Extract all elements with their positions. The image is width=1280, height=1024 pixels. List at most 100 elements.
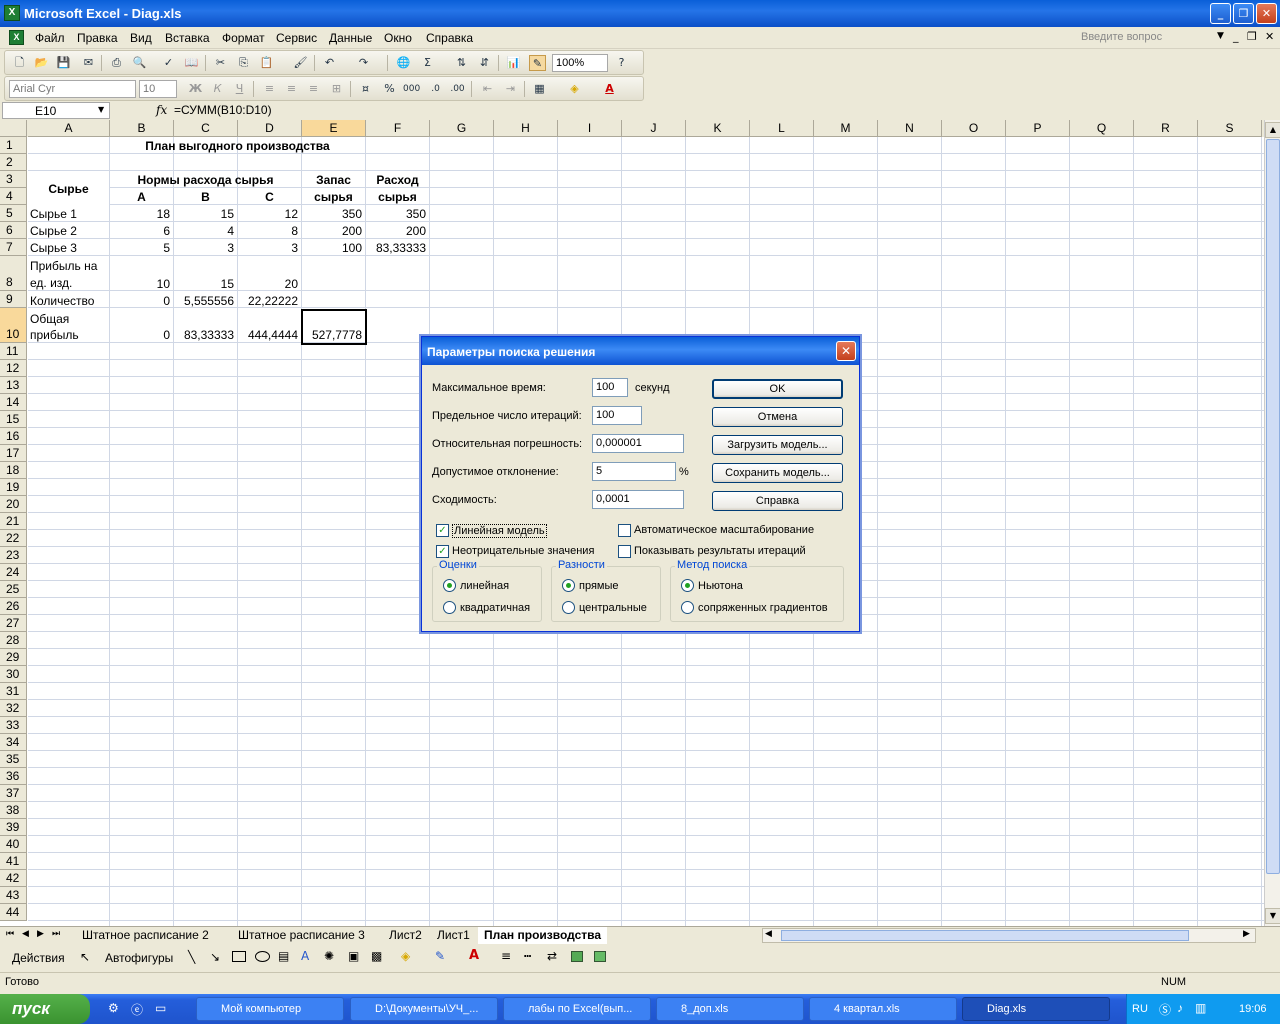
search-newton-radio[interactable]: [681, 579, 694, 592]
cell-a8-line1[interactable]: Прибыль на: [30, 258, 97, 275]
rectangle-icon[interactable]: [232, 951, 246, 962]
row-header[interactable]: 18: [0, 462, 27, 479]
row-header[interactable]: 26: [0, 598, 27, 615]
row-header[interactable]: 41: [0, 853, 27, 870]
row-header[interactable]: 7: [0, 239, 27, 256]
auto-scale-checkbox[interactable]: [618, 524, 631, 537]
column-header[interactable]: B: [110, 120, 174, 137]
row-header[interactable]: 16: [0, 428, 27, 445]
row-header[interactable]: 29: [0, 649, 27, 666]
print-preview-icon[interactable]: 🔍: [131, 55, 148, 71]
column-header[interactable]: D: [238, 120, 302, 137]
print-icon[interactable]: ⎙: [108, 55, 125, 71]
cell-c6[interactable]: 4: [174, 223, 237, 240]
row-header[interactable]: 2: [0, 154, 27, 171]
cell-f7[interactable]: 83,33333: [366, 240, 429, 257]
redo-icon[interactable]: ↷: [355, 55, 372, 71]
row-header[interactable]: 30: [0, 666, 27, 683]
borders-icon[interactable]: ▦: [531, 81, 548, 97]
der-central-label[interactable]: центральные: [579, 602, 647, 614]
line-style-icon[interactable]: ≡: [501, 949, 511, 963]
cell-b6[interactable]: 6: [110, 223, 173, 240]
sheet-tab-1[interactable]: Штатное расписание 2: [82, 927, 209, 944]
show-iter-checkbox[interactable]: [618, 545, 631, 558]
cell-a10-line1[interactable]: Общая: [30, 311, 69, 328]
formula-input[interactable]: =СУММ(B10:D10): [174, 103, 272, 117]
window-title-bar[interactable]: X Microsoft Excel - Diag.xls _ ❐ ✕: [0, 0, 1280, 27]
menu-edit[interactable]: Правка: [77, 31, 118, 45]
sheet-tab-4[interactable]: Лист1: [437, 927, 470, 944]
select-objects-icon[interactable]: ↖: [80, 950, 90, 964]
increase-indent-icon[interactable]: ⇥: [502, 81, 519, 97]
scroll-up-button[interactable]: ▲: [1265, 122, 1280, 138]
cell-e7[interactable]: 100: [302, 240, 365, 257]
next-sheet-icon[interactable]: ▶: [37, 929, 44, 939]
3d-icon[interactable]: [594, 951, 606, 962]
cell-stock-header-1[interactable]: Запас: [302, 172, 365, 189]
row-header[interactable]: 19: [0, 479, 27, 496]
est-linear-label[interactable]: линейная: [460, 580, 509, 592]
help-icon[interactable]: ?: [613, 55, 630, 71]
desktop-icon[interactable]: ▭: [155, 1001, 166, 1015]
cell-c7[interactable]: 3: [174, 240, 237, 257]
line-color-icon[interactable]: ✎: [435, 949, 445, 963]
est-quad-radio[interactable]: [443, 601, 456, 614]
row-header[interactable]: 21: [0, 513, 27, 530]
ask-question-input[interactable]: Введите вопрос: [1078, 29, 1228, 47]
task-8-dop[interactable]: 8_доп.xls: [656, 997, 804, 1021]
row-header[interactable]: 12: [0, 360, 27, 377]
italic-button[interactable]: К: [209, 81, 226, 97]
column-header[interactable]: P: [1006, 120, 1070, 137]
menu-data[interactable]: Данные: [329, 31, 372, 45]
name-box-dropdown-icon[interactable]: ▼: [98, 105, 104, 114]
doc-close-icon[interactable]: ✕: [1265, 30, 1274, 43]
format-painter-icon[interactable]: 🖌: [292, 55, 309, 71]
task-my-computer[interactable]: Мой компьютер: [196, 997, 344, 1021]
draw-font-color-icon[interactable]: A: [469, 948, 479, 963]
cell-c8[interactable]: 15: [174, 276, 237, 293]
start-button[interactable]: пуск: [0, 994, 90, 1024]
merge-center-icon[interactable]: ⊞: [328, 81, 345, 97]
column-header[interactable]: S: [1198, 120, 1262, 137]
workbook-icon[interactable]: X: [9, 30, 24, 45]
cell-a7[interactable]: Сырье 3: [30, 240, 77, 257]
draw-fill-color-icon[interactable]: ◈: [401, 949, 410, 963]
column-header[interactable]: H: [494, 120, 558, 137]
row-header[interactable]: 44: [0, 904, 27, 921]
align-left-icon[interactable]: ≡: [261, 81, 278, 97]
cell-c10[interactable]: 83,33333: [174, 327, 237, 344]
row-header[interactable]: 36: [0, 768, 27, 785]
restore-button[interactable]: ❐: [1233, 3, 1254, 24]
nonneg-checkbox[interactable]: ✓: [436, 545, 449, 558]
cell-a5[interactable]: Сырье 1: [30, 206, 77, 223]
cell-norms-header[interactable]: Нормы расхода сырья: [110, 172, 301, 189]
column-header[interactable]: O: [942, 120, 1006, 137]
column-header[interactable]: A: [28, 120, 110, 137]
column-header[interactable]: R: [1134, 120, 1198, 137]
max-time-input[interactable]: 100: [592, 378, 628, 397]
tray-skype-icon[interactable]: Ⓢ: [1159, 1001, 1171, 1018]
row-header[interactable]: 28: [0, 632, 27, 649]
cell-f6[interactable]: 200: [366, 223, 429, 240]
row-header[interactable]: 6: [0, 222, 27, 239]
autoshapes-menu[interactable]: Автофигуры: [105, 951, 173, 965]
cell-e6[interactable]: 200: [302, 223, 365, 240]
close-button[interactable]: ✕: [1256, 3, 1277, 24]
decrease-decimal-icon[interactable]: .00: [449, 81, 466, 97]
cell-c5[interactable]: 15: [174, 206, 237, 223]
cell-raw-header[interactable]: Сырье: [28, 172, 109, 206]
decrease-indent-icon[interactable]: ⇤: [479, 81, 496, 97]
new-icon[interactable]: 🗋: [11, 55, 28, 71]
row-header[interactable]: 38: [0, 802, 27, 819]
cell-b10[interactable]: 0: [110, 327, 173, 344]
scroll-left-icon[interactable]: ◀: [765, 929, 772, 939]
line-icon[interactable]: ╲: [188, 950, 195, 964]
doc-minimize-icon[interactable]: _: [1233, 30, 1239, 43]
cell-d9[interactable]: 22,22222: [238, 293, 301, 310]
dash-style-icon[interactable]: ┅: [524, 949, 531, 963]
row-header[interactable]: 43: [0, 887, 27, 904]
arrow-icon[interactable]: ↘: [210, 950, 220, 964]
auto-scale-label[interactable]: Автоматическое масштабирование: [634, 524, 814, 536]
row-header[interactable]: 11: [0, 343, 27, 360]
cell-b5[interactable]: 18: [110, 206, 173, 223]
